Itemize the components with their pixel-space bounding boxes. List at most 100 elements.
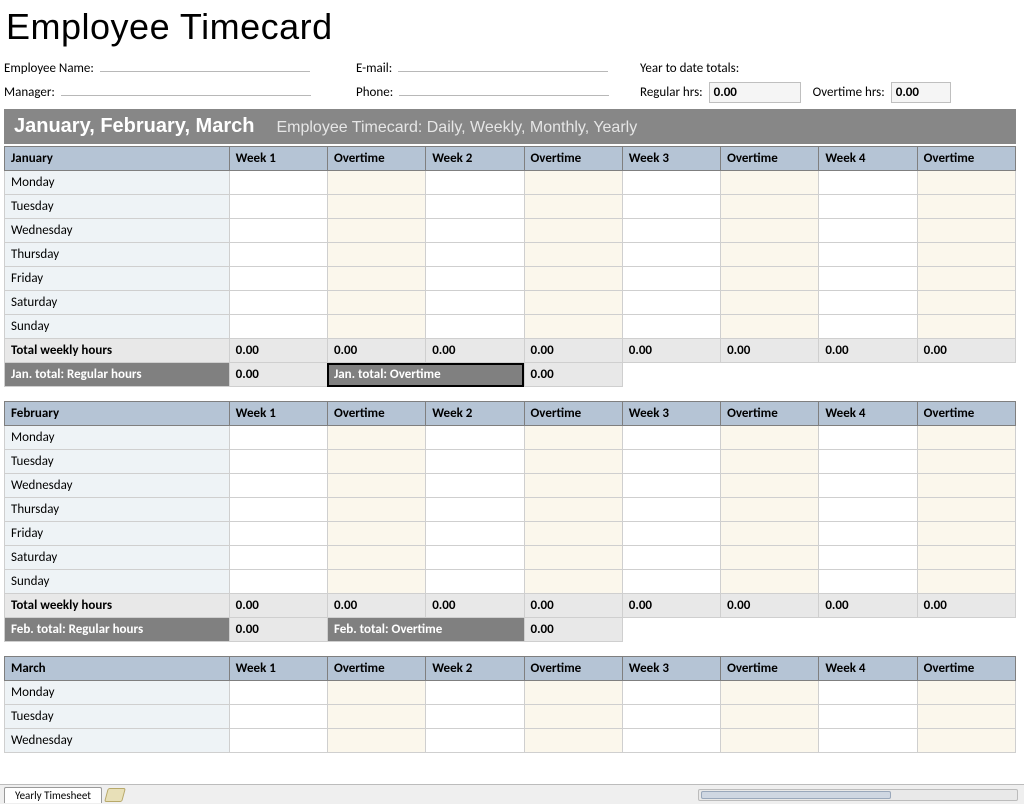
cell[interactable] bbox=[721, 705, 819, 729]
cell[interactable] bbox=[327, 450, 425, 474]
cell[interactable] bbox=[524, 219, 622, 243]
cell[interactable] bbox=[917, 219, 1015, 243]
email-input[interactable] bbox=[398, 58, 608, 72]
cell[interactable] bbox=[819, 195, 917, 219]
cell[interactable] bbox=[819, 450, 917, 474]
cell[interactable] bbox=[426, 426, 524, 450]
cell[interactable] bbox=[917, 705, 1015, 729]
cell[interactable] bbox=[229, 474, 327, 498]
cell[interactable] bbox=[327, 705, 425, 729]
cell[interactable] bbox=[917, 474, 1015, 498]
cell[interactable] bbox=[622, 267, 720, 291]
cell[interactable] bbox=[229, 681, 327, 705]
cell[interactable] bbox=[426, 243, 524, 267]
cell[interactable] bbox=[819, 522, 917, 546]
cell[interactable] bbox=[917, 522, 1015, 546]
cell[interactable] bbox=[524, 315, 622, 339]
cell[interactable] bbox=[327, 267, 425, 291]
cell[interactable] bbox=[917, 267, 1015, 291]
cell[interactable] bbox=[721, 291, 819, 315]
cell[interactable] bbox=[622, 522, 720, 546]
cell[interactable] bbox=[524, 729, 622, 753]
cell[interactable] bbox=[327, 522, 425, 546]
cell[interactable] bbox=[524, 681, 622, 705]
cell[interactable] bbox=[622, 498, 720, 522]
cell[interactable] bbox=[229, 171, 327, 195]
cell[interactable] bbox=[327, 426, 425, 450]
cell[interactable] bbox=[819, 315, 917, 339]
cell[interactable] bbox=[819, 681, 917, 705]
cell[interactable] bbox=[622, 315, 720, 339]
cell[interactable] bbox=[524, 450, 622, 474]
cell[interactable] bbox=[721, 570, 819, 594]
cell[interactable] bbox=[917, 195, 1015, 219]
cell[interactable] bbox=[229, 498, 327, 522]
cell[interactable] bbox=[327, 498, 425, 522]
cell[interactable] bbox=[524, 171, 622, 195]
phone-input[interactable] bbox=[399, 82, 609, 96]
cell[interactable] bbox=[524, 522, 622, 546]
cell[interactable] bbox=[426, 267, 524, 291]
cell[interactable] bbox=[327, 243, 425, 267]
cell[interactable] bbox=[524, 267, 622, 291]
cell[interactable] bbox=[819, 729, 917, 753]
cell[interactable] bbox=[721, 546, 819, 570]
cell[interactable] bbox=[426, 171, 524, 195]
cell[interactable] bbox=[229, 705, 327, 729]
cell[interactable] bbox=[819, 171, 917, 195]
cell[interactable] bbox=[622, 171, 720, 195]
cell[interactable] bbox=[229, 291, 327, 315]
cell[interactable] bbox=[622, 474, 720, 498]
cell[interactable] bbox=[917, 315, 1015, 339]
cell[interactable] bbox=[819, 219, 917, 243]
cell[interactable] bbox=[327, 195, 425, 219]
month-ot-label[interactable]: Jan. total: Overtime bbox=[327, 363, 524, 387]
cell[interactable] bbox=[917, 171, 1015, 195]
cell[interactable] bbox=[426, 450, 524, 474]
cell[interactable] bbox=[229, 570, 327, 594]
cell[interactable] bbox=[229, 195, 327, 219]
cell[interactable] bbox=[229, 315, 327, 339]
cell[interactable] bbox=[622, 426, 720, 450]
cell[interactable] bbox=[426, 681, 524, 705]
cell[interactable] bbox=[426, 522, 524, 546]
cell[interactable] bbox=[819, 570, 917, 594]
cell[interactable] bbox=[327, 315, 425, 339]
cell[interactable] bbox=[622, 291, 720, 315]
cell[interactable] bbox=[917, 291, 1015, 315]
cell[interactable] bbox=[229, 267, 327, 291]
cell[interactable] bbox=[229, 729, 327, 753]
cell[interactable] bbox=[721, 522, 819, 546]
cell[interactable] bbox=[721, 315, 819, 339]
cell[interactable] bbox=[426, 474, 524, 498]
cell[interactable] bbox=[524, 243, 622, 267]
tab-yearly-timesheet[interactable]: Yearly Timesheet bbox=[4, 787, 102, 803]
cell[interactable] bbox=[917, 426, 1015, 450]
cell[interactable] bbox=[327, 570, 425, 594]
cell[interactable] bbox=[229, 243, 327, 267]
cell[interactable] bbox=[721, 171, 819, 195]
cell[interactable] bbox=[721, 219, 819, 243]
cell[interactable] bbox=[524, 498, 622, 522]
cell[interactable] bbox=[819, 243, 917, 267]
horizontal-scrollbar[interactable] bbox=[698, 789, 1018, 801]
cell[interactable] bbox=[426, 195, 524, 219]
cell[interactable] bbox=[819, 291, 917, 315]
cell[interactable] bbox=[426, 219, 524, 243]
cell[interactable] bbox=[819, 705, 917, 729]
cell[interactable] bbox=[524, 705, 622, 729]
cell[interactable] bbox=[327, 291, 425, 315]
cell[interactable] bbox=[819, 474, 917, 498]
cell[interactable] bbox=[524, 195, 622, 219]
cell[interactable] bbox=[524, 474, 622, 498]
cell[interactable] bbox=[426, 546, 524, 570]
cell[interactable] bbox=[622, 570, 720, 594]
cell[interactable] bbox=[622, 219, 720, 243]
cell[interactable] bbox=[327, 729, 425, 753]
cell[interactable] bbox=[622, 681, 720, 705]
cell[interactable] bbox=[426, 498, 524, 522]
cell[interactable] bbox=[524, 291, 622, 315]
cell[interactable] bbox=[229, 219, 327, 243]
cell[interactable] bbox=[426, 315, 524, 339]
cell[interactable] bbox=[917, 546, 1015, 570]
